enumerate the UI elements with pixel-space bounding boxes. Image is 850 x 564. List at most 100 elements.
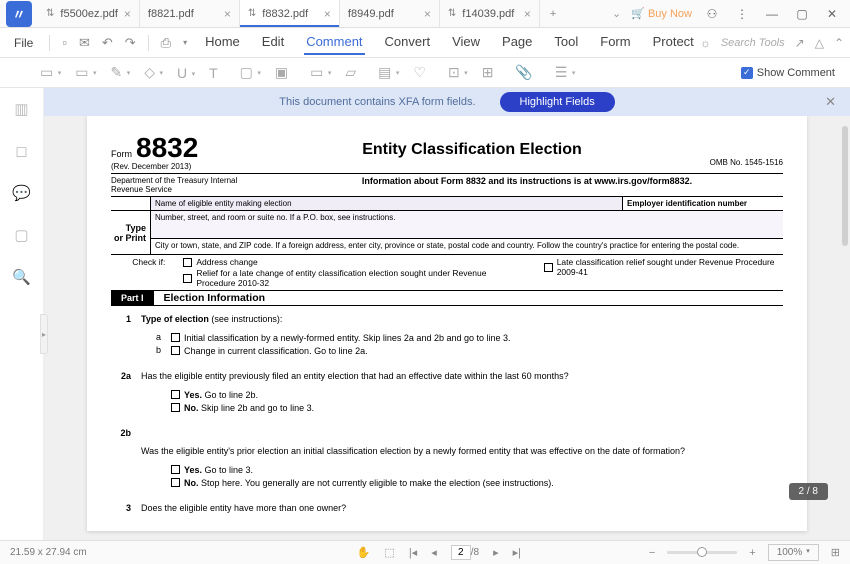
zoom-select[interactable]: 100%▾	[768, 544, 819, 561]
user-icon[interactable]: ⚇	[702, 7, 722, 21]
xfa-banner: This document contains XFA form fields. …	[44, 88, 850, 116]
last-page-button[interactable]: ▸|	[513, 546, 521, 559]
checkbox-1b[interactable]	[171, 346, 180, 355]
buy-now-button[interactable]: 🛒 Buy Now	[631, 7, 692, 20]
prev-page-button[interactable]: ◂	[431, 546, 437, 559]
measure-icon[interactable]: ⊡▾	[448, 64, 460, 81]
cloud-icon[interactable]: △	[815, 36, 824, 50]
text-icon[interactable]: T	[209, 65, 218, 81]
tab-icon: ⇅	[46, 8, 54, 19]
comment-toolbar: ▭▾ ▭▾ ✎▾ ◇▾ U▾ T ▢▾ ▣ ▭▾ ▱ ▤▾ ♡ ⊡▾ ⊞ 📎 ☰…	[0, 58, 850, 88]
tab-f8832[interactable]: ⇅f8832.pdf×	[240, 0, 340, 27]
page-indicator: 2 / 8	[789, 483, 828, 500]
menu-home[interactable]: Home	[203, 30, 242, 55]
note-icon[interactable]: ▭▾	[40, 64, 53, 81]
checkbox-late-relief[interactable]	[544, 263, 553, 272]
page-number-input[interactable]	[451, 545, 471, 560]
fit-page-icon[interactable]: ⊞	[831, 546, 840, 559]
window-close-button[interactable]: ✕	[822, 7, 842, 21]
checkbox-2a-no[interactable]	[171, 403, 180, 412]
menu-page[interactable]: Page	[500, 30, 534, 55]
bookmark-icon[interactable]: ◻	[15, 142, 27, 160]
more-icon[interactable]: ⋮	[732, 7, 752, 21]
statusbar: 21.59 x 27.94 cm ✋ ⬚ |◂ ◂ /8 ▸ ▸| − + 10…	[0, 540, 850, 564]
ein-field[interactable]: Employer identification number	[623, 197, 783, 210]
eraser-icon[interactable]: ◇▾	[144, 64, 155, 81]
mail-icon[interactable]: ✉	[75, 33, 94, 53]
shape-icon[interactable]: ▭▾	[310, 64, 323, 81]
menu-form[interactable]: Form	[598, 30, 632, 55]
thumbnails-icon[interactable]: ▥	[14, 100, 28, 118]
highlight-fields-button[interactable]: Highlight Fields	[500, 92, 615, 112]
stamp-icon[interactable]: ▤▾	[378, 64, 391, 81]
close-icon[interactable]: ×	[324, 7, 331, 21]
attach-icon[interactable]: 📎	[515, 64, 532, 81]
attachment-panel-icon[interactable]: ▢	[14, 226, 28, 244]
callout-icon[interactable]: ▱	[345, 64, 356, 81]
tab-f8821[interactable]: f8821.pdf×	[140, 0, 240, 27]
tab-f5500ez[interactable]: ⇅f5500ez.pdf×	[38, 0, 140, 27]
hand-tool-icon[interactable]: ✋	[357, 546, 371, 559]
underline-icon[interactable]: U▾	[177, 65, 187, 81]
highlight-icon[interactable]: ▭▾	[75, 64, 88, 81]
zoom-slider[interactable]	[667, 551, 737, 554]
form-title: Entity Classification Election	[271, 141, 673, 159]
link-icon[interactable]: ⊞	[482, 64, 494, 81]
close-icon[interactable]: ×	[524, 7, 531, 21]
share-icon[interactable]: ↗	[795, 36, 805, 50]
menu-edit[interactable]: Edit	[260, 30, 286, 55]
zoom-out-button[interactable]: −	[649, 547, 655, 559]
chevron-down-icon[interactable]: ▾	[179, 36, 191, 49]
tab-f8949[interactable]: f8949.pdf×	[340, 0, 440, 27]
menu-tool[interactable]: Tool	[552, 30, 580, 55]
minimize-button[interactable]: —	[762, 7, 782, 21]
checkbox-address-change[interactable]	[183, 258, 192, 267]
pencil-icon[interactable]: ✎▾	[110, 64, 122, 81]
area-highlight-icon[interactable]: ▣	[275, 64, 288, 81]
city-field[interactable]: City or town, state, and ZIP code. If a …	[151, 239, 783, 254]
show-comment-toggle[interactable]: ✓ Show Comment	[741, 67, 835, 79]
first-page-button[interactable]: |◂	[409, 546, 417, 559]
menu-protect[interactable]: Protect	[651, 30, 696, 55]
select-tool-icon[interactable]: ⬚	[384, 546, 394, 559]
menu-comment[interactable]: Comment	[304, 30, 364, 55]
maximize-button[interactable]: ▢	[792, 7, 812, 21]
search-tools-input[interactable]: Search Tools	[721, 37, 785, 49]
textbox-icon[interactable]: ▢▾	[240, 64, 253, 81]
save-icon[interactable]: ▫	[58, 33, 71, 52]
comment-panel-icon[interactable]: 💬	[12, 184, 31, 202]
checkbox-2b-yes[interactable]	[171, 465, 180, 474]
checkbox-relief-2010[interactable]	[183, 274, 192, 283]
document-viewport[interactable]: This document contains XFA form fields. …	[44, 88, 850, 540]
close-icon[interactable]: ×	[424, 7, 431, 21]
search-icon[interactable]: 🔍	[12, 268, 31, 286]
redo-icon[interactable]: ↷	[121, 33, 140, 53]
checkbox-checked-icon: ✓	[741, 67, 753, 79]
app-logo[interactable]: 〃	[6, 1, 32, 27]
close-icon[interactable]: ×	[224, 7, 231, 21]
checkbox-2b-no[interactable]	[171, 478, 180, 487]
next-page-button[interactable]: ▸	[493, 546, 499, 559]
tab-strip: ⇅f5500ez.pdf× f8821.pdf× ⇅f8832.pdf× f89…	[38, 0, 604, 27]
file-menu[interactable]: File	[6, 32, 41, 54]
add-tab-button[interactable]: +	[540, 0, 566, 27]
undo-icon[interactable]: ↶	[98, 33, 117, 53]
menu-view[interactable]: View	[450, 30, 482, 55]
user-icon[interactable]: ♡	[413, 64, 426, 81]
sidebar-toggle[interactable]: ▸	[40, 314, 48, 354]
address-field[interactable]: Number, street, and room or suite no. If…	[151, 211, 783, 239]
entity-name-field[interactable]: Name of eligible entity making election	[151, 197, 623, 210]
menu-convert[interactable]: Convert	[383, 30, 433, 55]
print-icon[interactable]: ⎙	[157, 33, 175, 53]
chevron-down-icon[interactable]: ⌄	[612, 7, 621, 20]
close-icon[interactable]: ✕	[825, 94, 836, 110]
collapse-ribbon-icon[interactable]: ⌃	[834, 36, 844, 50]
checkbox-2a-yes[interactable]	[171, 390, 180, 399]
tab-f14039[interactable]: ⇅f14039.pdf×	[440, 0, 540, 27]
bulb-icon[interactable]: ☼	[700, 36, 711, 50]
list-icon[interactable]: ☰▾	[555, 64, 568, 81]
scrollbar[interactable]	[842, 126, 848, 246]
checkbox-1a[interactable]	[171, 333, 180, 342]
close-icon[interactable]: ×	[124, 7, 131, 21]
zoom-in-button[interactable]: +	[749, 547, 755, 559]
